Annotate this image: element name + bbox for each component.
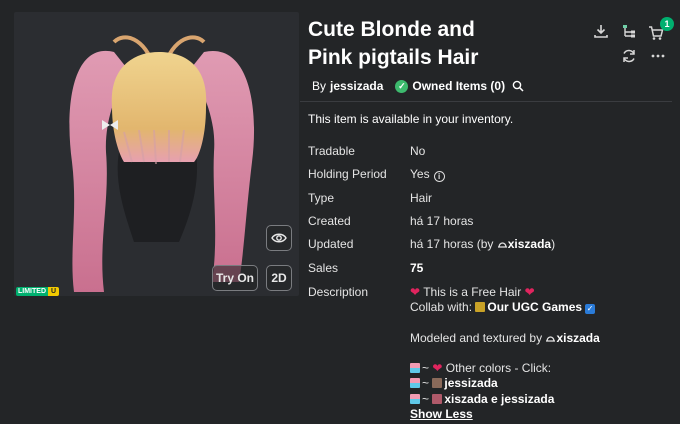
- download-icon: [594, 25, 608, 38]
- item-title-line2: Pink pigtails Hair: [308, 46, 479, 69]
- hair-thumbnail: [69, 35, 255, 293]
- updated-by-user-link[interactable]: xiszada: [508, 237, 551, 251]
- owned-check-icon: ✓: [395, 79, 409, 93]
- updated-value: há 17 horas (by: [410, 237, 494, 251]
- detail-label-created: Created: [308, 214, 351, 228]
- regenerate-button[interactable]: [618, 45, 640, 67]
- more-options-button[interactable]: [647, 45, 669, 67]
- description-free-hair: This is a Free Hair: [423, 285, 522, 299]
- detail-value-sales: 75: [410, 261, 424, 275]
- owned-items-label[interactable]: Owned Items (0): [412, 79, 505, 93]
- detail-label-description: Description: [308, 285, 369, 299]
- tilde-icon: ~: [422, 392, 430, 406]
- item-title: Cute Blonde and Pink pigtails Hair: [308, 16, 588, 72]
- hierarchy-button[interactable]: [618, 20, 640, 42]
- view-2d-button[interactable]: 2D: [266, 265, 292, 291]
- item-preview: [14, 12, 299, 296]
- user-avatar-icon: [432, 394, 443, 404]
- roblox-hat-icon: [546, 336, 556, 342]
- more-icon: [651, 54, 665, 58]
- group-avatar-icon: [475, 302, 486, 312]
- color-swatch-icon: [410, 394, 420, 404]
- modeled-by-label: Modeled and textured by: [410, 331, 543, 345]
- limited-label: LIMITED: [16, 287, 48, 296]
- availability-text: This item is available in your inventory…: [308, 112, 514, 126]
- try-on-button[interactable]: Try On: [212, 265, 258, 291]
- info-icon[interactable]: i: [433, 171, 445, 182]
- holding-period-value: Yes: [410, 167, 430, 181]
- detail-value-tradable: No: [410, 144, 426, 158]
- heart-icon: ❤: [432, 361, 443, 375]
- item-title-line1: Cute Blonde and: [308, 18, 475, 41]
- verified-icon: ✓: [585, 304, 596, 314]
- modeler-user-link[interactable]: xiszada: [556, 331, 599, 345]
- eye-icon: [271, 233, 287, 243]
- download-button[interactable]: [590, 20, 612, 42]
- heart-icon: ❤: [410, 285, 421, 299]
- tilde-icon: ~: [422, 361, 430, 375]
- detail-label-updated: Updated: [308, 237, 354, 251]
- detail-value-updated: há 17 horas (by xiszada): [410, 237, 555, 251]
- description-line-2: Collab with: Our UGC Games ✓: [410, 300, 596, 314]
- cart-count-badge: 1: [660, 17, 674, 31]
- description-line-6: ~ xiszada e jessizada: [410, 392, 554, 406]
- refresh-icon: [623, 49, 635, 63]
- tilde-icon: ~: [422, 376, 430, 390]
- detail-label-tradable: Tradable: [308, 144, 355, 158]
- header-divider: [300, 101, 672, 102]
- description-line-1: ❤ This is a Free Hair ❤: [410, 285, 535, 299]
- creator-line: By jessizada ✓ Owned Items (0): [312, 79, 524, 93]
- description-line-5: ~ jessizada: [410, 376, 498, 390]
- heart-icon: ❤: [524, 285, 535, 299]
- hierarchy-icon: [623, 25, 635, 38]
- user-avatar-icon: [432, 378, 443, 388]
- detail-value-holding-period: Yes i: [410, 167, 445, 182]
- view-3d-toggle-button[interactable]: [266, 225, 292, 251]
- detail-value-type: Hair: [410, 191, 433, 205]
- search-icon[interactable]: [512, 80, 524, 92]
- detail-value-created: há 17 horas: [410, 214, 474, 228]
- updated-close-paren: ): [551, 237, 556, 251]
- other-color-link-2[interactable]: xiszada e jessizada: [444, 392, 554, 406]
- color-swatch-icon: [410, 363, 420, 373]
- limited-u-label: U: [48, 287, 60, 296]
- by-label: By: [312, 79, 327, 93]
- description-line-4: ~ ❤ Other colors - Click:: [410, 361, 551, 375]
- other-color-link-1[interactable]: jessizada: [444, 376, 497, 390]
- description-line-3: Modeled and textured by xiszada: [410, 331, 600, 345]
- collab-label: Collab with:: [410, 300, 473, 314]
- detail-label-sales: Sales: [308, 261, 339, 275]
- detail-label-type: Type: [308, 191, 335, 205]
- collab-group-link[interactable]: Our UGC Games: [487, 300, 582, 314]
- show-less-link[interactable]: Show Less: [410, 407, 473, 421]
- creator-link[interactable]: jessizada: [330, 79, 383, 93]
- limited-u-badge: LIMITED U: [16, 287, 60, 296]
- roblox-hat-icon: [497, 242, 507, 248]
- detail-label-holding-period: Holding Period: [308, 167, 387, 181]
- other-colors-label: Other colors - Click:: [445, 361, 552, 375]
- color-swatch-icon: [410, 378, 420, 388]
